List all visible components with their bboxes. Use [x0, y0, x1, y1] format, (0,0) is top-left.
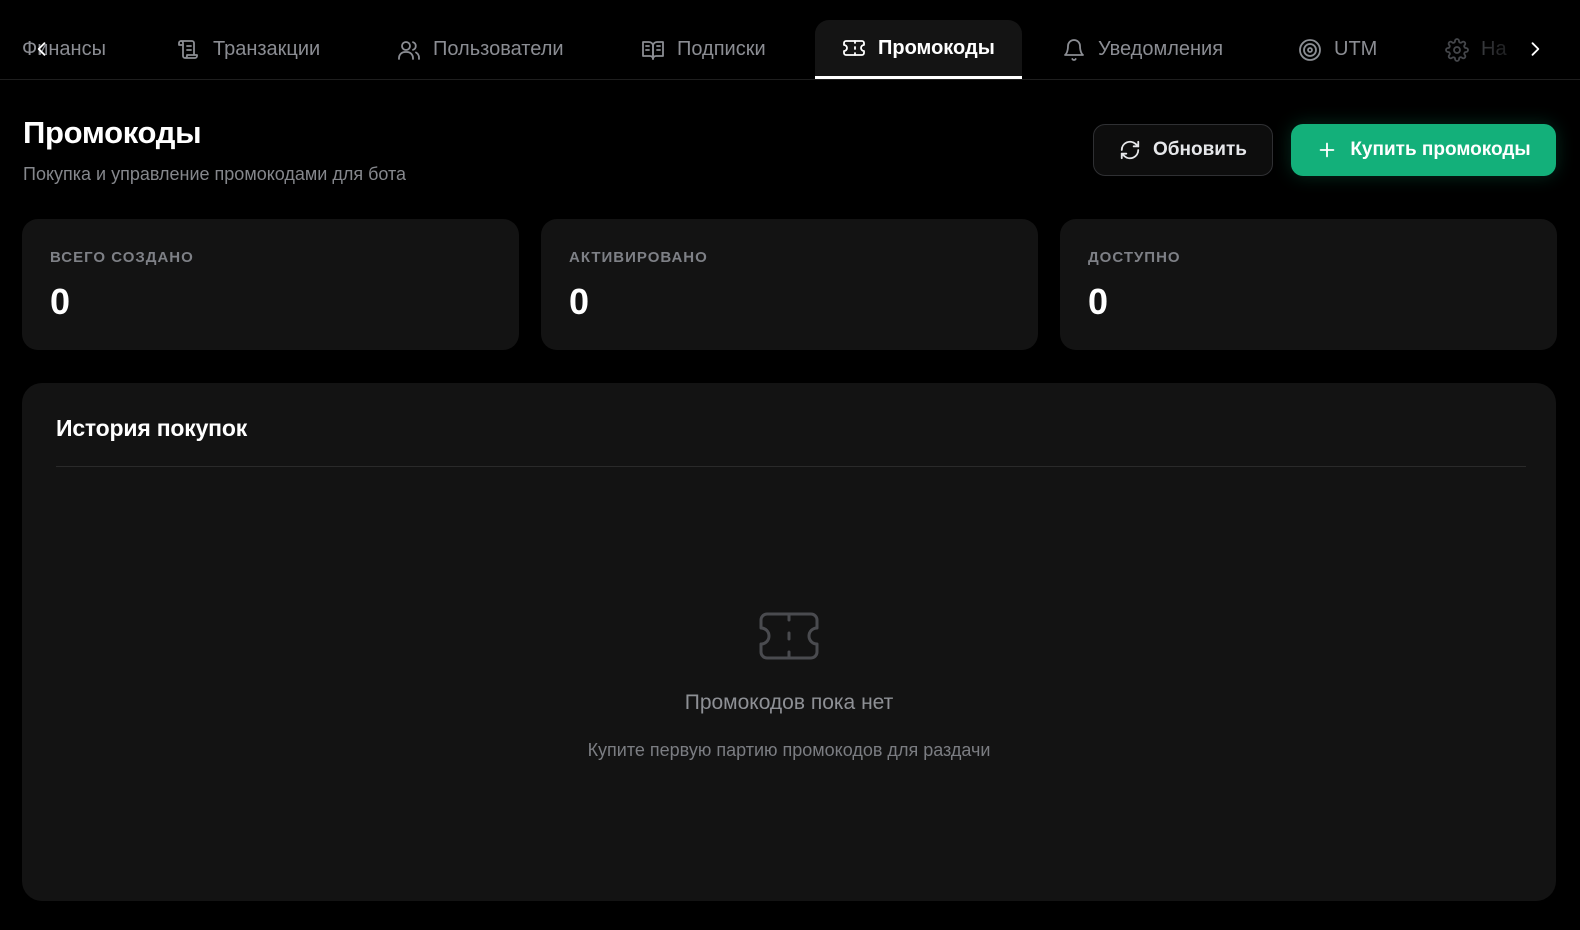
tab-label: Подписки: [677, 38, 766, 60]
panel-title: История покупок: [56, 415, 248, 441]
bell-icon: [1064, 38, 1084, 61]
stat-label: ДОСТУПНО: [1088, 249, 1181, 266]
tab-notifications[interactable]: Уведомления: [1062, 20, 1223, 79]
stat-value: 0: [569, 281, 590, 322]
purchase-history-panel: История покупок Промокодов пока нет Купи…: [22, 383, 1556, 901]
tab-settings[interactable]: На: [1445, 20, 1507, 79]
users-icon: [398, 40, 420, 60]
tab-label: На: [1481, 38, 1507, 60]
stat-card-available: ДОСТУПНО 0: [1060, 219, 1557, 350]
scroll-icon: [178, 39, 198, 59]
tab-subscriptions[interactable]: Подписки: [641, 20, 766, 79]
empty-state-icon-wrapper: [757, 610, 821, 662]
page-subtitle: Покупка и управление промокодами для бот…: [23, 164, 407, 184]
target-icon: [1299, 38, 1321, 61]
tab-label: Транзакции: [213, 38, 321, 60]
buy-button-label: Купить промокоды: [1350, 139, 1531, 160]
scroll-left-button[interactable]: [30, 34, 54, 64]
chevron-left-icon: [37, 42, 46, 56]
stat-value: 0: [1088, 281, 1109, 322]
stat-card-total-created: ВСЕГО СОЗДАНО 0: [22, 219, 519, 350]
ticket-icon: [843, 40, 865, 56]
tab-label: Пользователи: [433, 38, 564, 60]
page-title: Промокоды: [23, 115, 202, 150]
buy-promocodes-button[interactable]: Купить промокоды: [1291, 124, 1556, 176]
refresh-icon: [1120, 140, 1140, 160]
stat-value: 0: [50, 281, 71, 322]
scroll-right-button[interactable]: [1523, 34, 1547, 64]
stat-label: АКТИВИРОВАНО: [569, 249, 708, 266]
tab-label: UTM: [1334, 38, 1378, 60]
stat-label: ВСЕГО СОЗДАНО: [50, 249, 194, 266]
gear-icon: [1445, 37, 1469, 62]
tab-users[interactable]: Пользователи: [397, 20, 564, 79]
chevron-right-icon: [1531, 42, 1540, 56]
tab-promocodes[interactable]: Промокоды: [815, 20, 1022, 79]
tab-utm[interactable]: UTM: [1298, 20, 1377, 79]
stat-card-activated: АКТИВИРОВАНО 0: [541, 219, 1038, 350]
tab-label: Промокоды: [878, 36, 995, 59]
tabs-bar: Финансы Транзакции Пользователи Подписки…: [0, 0, 1580, 80]
tab-label: Уведомления: [1098, 38, 1224, 60]
plus-icon: [1319, 142, 1335, 158]
empty-state-text: Купите первую партию промокодов для разд…: [587, 740, 991, 760]
tab-transactions[interactable]: Транзакции: [177, 20, 320, 79]
divider: [56, 466, 1526, 467]
refresh-button[interactable]: Обновить: [1093, 124, 1273, 176]
book-icon: [642, 40, 664, 60]
ticket-icon: [759, 612, 819, 660]
refresh-button-label: Обновить: [1153, 139, 1247, 160]
empty-state-title: Промокодов пока нет: [684, 691, 894, 714]
